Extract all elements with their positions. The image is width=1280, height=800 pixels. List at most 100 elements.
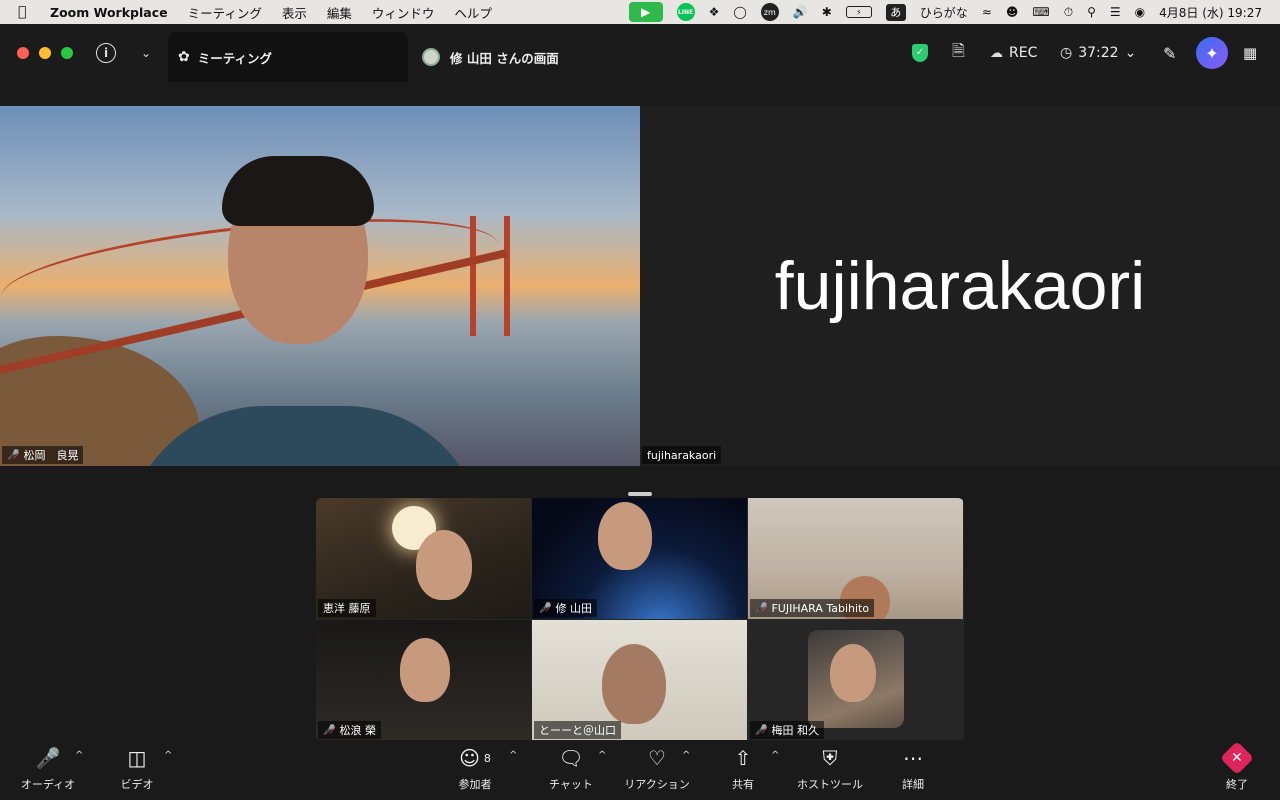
- reactions-options-caret-icon[interactable]: ^: [682, 750, 690, 761]
- ai-companion-sparkle-icon[interactable]: ✦: [1196, 37, 1228, 69]
- gallery-view-grid-icon[interactable]: ▦: [1243, 24, 1257, 82]
- participants-label: 参加者: [458, 778, 492, 791]
- end-meeting-icon: ✕: [1220, 741, 1254, 775]
- window-minimize-button[interactable]: [39, 47, 51, 59]
- microphone-icon: 🎤: [35, 746, 61, 770]
- mic-muted-icon: 🎤̷: [539, 602, 552, 614]
- meeting-controls-toolbar: 🎤 オーディオ ^ ◫ ビデオ ^ ☺ 8 参加者 ^ 🗨 チャット ^ ♡ リア…: [0, 740, 1280, 800]
- host-tools-label: ホストツール: [797, 778, 863, 791]
- participant-name: 松岡 良晃: [23, 449, 79, 462]
- participant-name-label: 🎤̷ 松岡 良晃: [2, 446, 84, 464]
- facetime-camera-icon[interactable]: ▶: [628, 2, 663, 22]
- participant-name-label: 恵洋 藤原: [318, 599, 376, 617]
- meeting-timer[interactable]: ◷ 37:22 ⌄: [1060, 24, 1136, 82]
- line-app-icon[interactable]: LINE: [676, 3, 695, 21]
- participant-name: 修 山田: [555, 602, 592, 615]
- mic-muted-icon: 🎤̷: [323, 724, 336, 736]
- apple-icon[interactable]: : [18, 4, 40, 20]
- participant-name-label: 🎤̷ FUJIHARA Tabihito: [750, 599, 875, 617]
- end-label: 終了: [1226, 778, 1248, 791]
- participant-face: [400, 638, 450, 702]
- app-menu[interactable]: Zoom Workplace: [50, 5, 168, 20]
- macos-menubar:  Zoom Workplace ミーティング 表示 編集 ウィンドウ ヘルプ …: [0, 0, 1280, 24]
- mic-muted-icon: 🎤̷: [755, 724, 768, 736]
- security-shield-icon[interactable]: ✓: [912, 24, 930, 82]
- gallery-tile[interactable]: 恵洋 藤原: [316, 498, 531, 619]
- participants-icon: ☺ 8: [459, 746, 491, 770]
- keyboard-icon[interactable]: ⌨: [1032, 5, 1049, 19]
- cloud-recording-indicator[interactable]: ☁ REC: [990, 24, 1037, 82]
- gallery-tile[interactable]: 🎤̷ FUJIHARA Tabihito: [748, 498, 963, 619]
- participants-options-caret-icon[interactable]: ^: [509, 750, 517, 761]
- bluetooth-icon[interactable]: ✱: [822, 5, 832, 19]
- video-tile-name-only[interactable]: fujiharakaori fujiharakaori: [640, 106, 1280, 466]
- zoom-menubar-icon[interactable]: zm: [760, 3, 779, 21]
- share-label: 共有: [732, 778, 754, 791]
- participants-button[interactable]: ☺ 8 参加者: [454, 744, 496, 792]
- video-tile-speaker[interactable]: 🎤̷ 松岡 良晃: [0, 106, 640, 466]
- spotlight-search-icon[interactable]: ⚲: [1087, 5, 1096, 19]
- gallery-tile[interactable]: 🎤̷ 松浪 榮: [316, 620, 531, 741]
- video-button[interactable]: ◫ ビデオ: [117, 744, 157, 792]
- audio-label: オーディオ: [20, 778, 76, 791]
- siri-icon[interactable]: ◉: [1135, 5, 1145, 19]
- gallery-drag-handle[interactable]: [628, 492, 652, 496]
- wifi-icon[interactable]: ≈: [982, 5, 992, 19]
- timer-value: 37:22: [1078, 45, 1119, 61]
- audio-options-caret-icon[interactable]: ^: [75, 750, 83, 761]
- annotate-pencil-icon[interactable]: ✎: [1163, 24, 1176, 82]
- participant-face: [416, 530, 472, 600]
- chevron-down-icon[interactable]: ⌄: [138, 42, 154, 64]
- chat-button[interactable]: 🗨 チャット: [548, 744, 594, 792]
- share-options-caret-icon[interactable]: ^: [771, 750, 779, 761]
- shield-icon: ⛨: [822, 746, 838, 770]
- participant-face: [602, 644, 666, 724]
- creative-cloud-icon[interactable]: ◯: [733, 5, 746, 19]
- chat-options-caret-icon[interactable]: ^: [598, 750, 606, 761]
- heart-icon: ♡: [648, 746, 666, 770]
- window-close-button[interactable]: [17, 47, 29, 59]
- dropbox-icon[interactable]: ❖: [709, 5, 720, 19]
- menu-help[interactable]: ヘルプ: [454, 3, 492, 22]
- participant-name: 松浪 榮: [339, 724, 376, 737]
- menubar-clock[interactable]: 4月8日 (水) 19:27: [1159, 4, 1262, 21]
- menu-view[interactable]: 表示: [282, 3, 307, 22]
- battery-icon[interactable]: ⚡: [845, 6, 872, 18]
- tab-meeting[interactable]: ✿ ミーティング: [168, 32, 408, 82]
- gallery-tile[interactable]: とーーと＠山口: [532, 620, 747, 741]
- chat-bubble-icon: 🗨: [558, 746, 584, 770]
- reactions-label: リアクション: [624, 778, 690, 791]
- share-button[interactable]: ⇧ 共有: [728, 744, 758, 792]
- participant-face: [598, 502, 652, 570]
- user-account-icon[interactable]: ☻: [1006, 5, 1019, 19]
- chevron-down-icon: ⌄: [1124, 45, 1137, 61]
- notes-document-icon[interactable]: 🗎: [952, 24, 965, 82]
- end-meeting-button[interactable]: ✕ 終了: [1220, 741, 1254, 792]
- participant-name-label: 🎤̷ 松浪 榮: [318, 721, 381, 739]
- gallery-tile[interactable]: 🎤̷ 梅田 和久: [748, 620, 963, 741]
- menu-meeting[interactable]: ミーティング: [188, 3, 262, 22]
- gallery-tile[interactable]: 🎤̷ 修 山田: [532, 498, 747, 619]
- chat-label: チャット: [549, 778, 593, 791]
- window-fullscreen-button[interactable]: [61, 47, 73, 59]
- menu-window[interactable]: ウィンドウ: [372, 3, 435, 22]
- more-button[interactable]: ⋯ 詳細: [898, 744, 928, 792]
- host-tools-button[interactable]: ⛨ ホストツール: [796, 744, 864, 792]
- background-bridge-tower: [470, 216, 510, 336]
- participant-name: 梅田 和久: [771, 724, 819, 737]
- participant-display-name: fujiharakaori: [774, 248, 1146, 324]
- audio-button[interactable]: 🎤 オーディオ: [20, 744, 76, 792]
- ime-mode-label[interactable]: ひらがな: [920, 4, 968, 21]
- tab-screen-share[interactable]: 修 山田 さんの画面: [422, 32, 682, 82]
- ime-input-icon[interactable]: あ: [885, 3, 906, 21]
- menu-edit[interactable]: 編集: [327, 3, 352, 22]
- rec-label: REC: [1009, 45, 1038, 61]
- more-dots-icon: ⋯: [903, 746, 923, 770]
- tab-share-label: 修 山田 さんの画面: [450, 50, 559, 66]
- time-machine-icon[interactable]: ⏱: [1064, 5, 1073, 20]
- meeting-info-icon[interactable]: i: [96, 43, 116, 63]
- control-center-icon[interactable]: ☰: [1110, 5, 1121, 19]
- volume-icon[interactable]: 🔊: [793, 5, 808, 19]
- participant-name-label: 🎤̷ 修 山田: [534, 599, 597, 617]
- video-options-caret-icon[interactable]: ^: [164, 750, 172, 761]
